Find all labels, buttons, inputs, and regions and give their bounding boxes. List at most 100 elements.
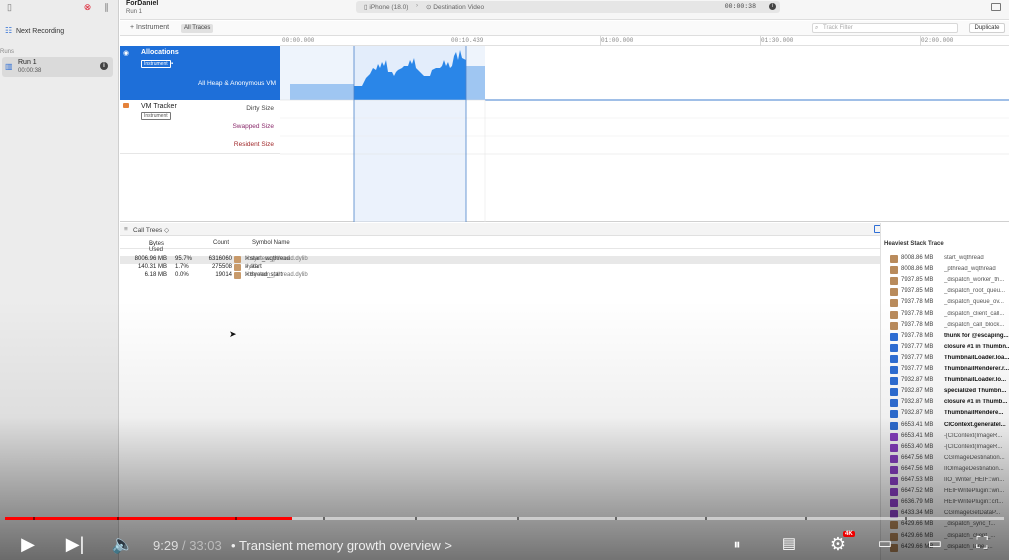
stack-frame[interactable]: 7932.87 MB ThumbnailRendere...	[890, 410, 1009, 419]
process-label[interactable]: ⊙ Destination Video	[426, 3, 484, 11]
frame-size: 6653.40 MB	[901, 443, 934, 450]
chart-bars-icon: ▥	[5, 62, 13, 71]
frame-kind-icon	[890, 321, 898, 330]
chapter-divider	[905, 517, 907, 520]
lock-icon: ▪	[171, 61, 174, 67]
next-recording-label: Next Recording	[15, 28, 65, 35]
stack-frame[interactable]: 7932.87 MB closure #1 in Thumb...	[890, 399, 1009, 408]
track-graphs[interactable]	[280, 46, 1009, 222]
frame-symbol: -[CIContext(ImageR...	[944, 443, 1003, 450]
stack-frame[interactable]: 7937.78 MB thunk for @escaping...	[890, 332, 1009, 342]
frame-size: 7937.77 MB	[901, 354, 934, 361]
frame-kind-icon	[890, 266, 898, 275]
chapter-chevron-icon: >	[444, 538, 452, 553]
toggle-sidebar-icon[interactable]: ▯	[4, 2, 15, 13]
frame-size: 7932.87 MB	[901, 410, 934, 417]
chapter-divider	[117, 517, 119, 520]
miniplayer-icon[interactable]: ▭	[872, 533, 898, 555]
all-traces-button[interactable]: All Traces	[181, 24, 214, 33]
stack-frame[interactable]: 7937.78 MB _dispatch_call_block...	[890, 321, 1009, 331]
frame-kind-icon	[890, 310, 898, 319]
table-row[interactable]: 140.31 MB 1.7% 275508 > start dyld	[120, 264, 880, 272]
subtitles-icon[interactable]: ▤	[775, 533, 803, 555]
next-recording-item[interactable]: ☷ Next Recording	[5, 26, 64, 35]
next-icon[interactable]: ▶|	[62, 533, 88, 555]
stop-record-icon[interactable]: ⊗	[82, 2, 93, 13]
time-ruler[interactable]: 00:00.000 00:10.439 01:00.000 01:30.000 …	[280, 36, 1009, 46]
volume-icon[interactable]: 🔈	[110, 533, 136, 555]
swapped-size-label: Swapped Size	[232, 123, 274, 130]
device-label[interactable]: ▯ iPhone (18.0)	[364, 3, 408, 11]
bytes-used-column[interactable]: Bytes Used ⌄	[149, 240, 164, 253]
run-item[interactable]: ▥ Run 1 00:00:38 i	[2, 57, 113, 77]
document-title: ForDaniel	[126, 0, 159, 7]
frame-size: 7937.85 MB	[901, 277, 934, 284]
call-trees-selector[interactable]: ≡ Call Trees ◇	[124, 226, 169, 234]
stack-frame[interactable]: 7937.78 MB _dispatch_client_call...	[890, 310, 1009, 320]
stack-frame[interactable]: 6653.41 MB -[CIContext(ImageR...	[890, 432, 1009, 442]
frame-symbol: _dispatch_call_block...	[944, 321, 1005, 328]
call-tree-rows: 8006.96 MB 95.7% 6316060 > start_wqthrea…	[120, 256, 880, 280]
player-controls: ▶ ▶| 🔈 9:29 / 33:03 • Transient memory g…	[0, 528, 1009, 560]
track-filter-input[interactable]: ⌕ Track Filter	[812, 23, 958, 33]
frame-symbol: CIContext.generatel...	[944, 421, 1006, 428]
count-column[interactable]: Count	[213, 240, 229, 246]
frame-size: 6636.79 MB	[901, 499, 934, 506]
info-icon[interactable]: i	[100, 62, 108, 70]
frame-symbol: -[CIContext(ImageR...	[944, 432, 1003, 439]
inspector-toggle-icon[interactable]	[991, 3, 1001, 11]
vm-tracker-track-header[interactable]: VM Tracker Instrument Dirty Size Swapped…	[120, 100, 280, 154]
stack-frame[interactable]: 7937.85 MB _dispatch_root_queu...	[890, 288, 1009, 297]
frame-kind-icon	[890, 399, 898, 408]
frame-size: 6647.52 MB	[901, 488, 934, 495]
info-icon[interactable]: i	[769, 3, 776, 10]
sidebar-toolbar: ▯ ⊗ ∥	[4, 2, 114, 14]
frame-kind-icon	[890, 465, 898, 474]
allocations-track-header[interactable]: ◉ Allocations Instrument ▪ All Heap & An…	[120, 46, 280, 100]
stack-frame[interactable]: 7937.77 MB ThumbnailLoader.loa...	[890, 354, 1009, 364]
video-progress-bar[interactable]	[5, 517, 1004, 520]
chapter-divider	[805, 517, 807, 520]
autoplay-toggle-icon[interactable]: ⏸	[720, 533, 754, 555]
table-row[interactable]: 8006.96 MB 95.7% 6316060 > start_wqthrea…	[120, 256, 880, 264]
frame-size: 7932.87 MB	[901, 388, 934, 395]
add-instrument-button[interactable]: + Instrument	[130, 24, 169, 31]
stack-frame[interactable]: 7932.87 MB ThumbnailLoader.lo...	[890, 377, 1009, 386]
play-icon[interactable]: ▶	[16, 533, 40, 555]
table-row[interactable]: 6.18 MB 0.0% 19014 > thread_start libsys…	[120, 272, 880, 280]
ruler-tick: 00:10.439	[451, 37, 484, 44]
chapter-title-button[interactable]: • Transient memory growth overview >	[231, 538, 452, 553]
frame-symbol: closure #1 in Thumb...	[944, 399, 1008, 406]
fullscreen-icon[interactable]: ⛶	[968, 533, 996, 555]
quality-badge: 4K	[843, 531, 855, 537]
frame-symbol: CGImageGetDataP...	[944, 510, 1001, 517]
stack-frame[interactable]: 6647.56 MB CGImageDestination...	[890, 454, 1009, 464]
target-selector[interactable]: ▯ iPhone (18.0) › ⊙ Destination Video 00…	[356, 1, 780, 13]
frame-symbol: HEIFWritePlugin::crt...	[944, 499, 1004, 506]
stack-frame[interactable]: 7932.87 MB specialized Thumbn...	[890, 388, 1009, 397]
stack-frame[interactable]: 6647.52 MB HEIFWritePlugin::wri...	[890, 488, 1009, 497]
pause-icon[interactable]: ∥	[101, 2, 112, 13]
stack-frame[interactable]: 7937.77 MB ThumbnailRenderer.r...	[890, 366, 1009, 375]
stack-frame[interactable]: 7937.78 MB _dispatch_queue_ov...	[890, 299, 1009, 308]
stack-frame[interactable]: 7937.77 MB closure #1 in Thumbn...	[890, 343, 1009, 353]
filter-bar: + Instrument All Traces ⌕ Track Filter D…	[120, 21, 1009, 36]
stack-frame[interactable]: 8008.86 MB start_wqthread	[890, 255, 1009, 264]
tree-icon: ≡	[124, 226, 128, 233]
stack-frame[interactable]: 6647.56 MB IIOImageDestination...	[890, 465, 1009, 475]
duplicate-button[interactable]: Duplicate	[969, 23, 1005, 33]
symbol-name-column[interactable]: Symbol Name	[252, 240, 290, 246]
stack-frame[interactable]: 6636.79 MB HEIFWritePlugin::crt...	[890, 499, 1009, 508]
stack-frame[interactable]: 6653.41 MB CIContext.generatel...	[890, 421, 1009, 431]
stack-frame[interactable]: 8008.86 MB _pthread_wqthread	[890, 266, 1009, 275]
stack-frame[interactable]: 6653.40 MB -[CIContext(ImageR...	[890, 443, 1009, 453]
frame-size: 6647.53 MB	[901, 477, 934, 483]
theater-mode-icon[interactable]: ▭	[922, 533, 948, 555]
stack-frame[interactable]: 7937.85 MB _dispatch_worker_th...	[890, 277, 1009, 286]
stack-frame[interactable]: 6647.53 MB IIO_Writer_HEIF::wri...	[890, 477, 1009, 486]
frame-kind-icon	[890, 488, 898, 497]
run-duration: 00:00:38	[18, 68, 42, 74]
frame-kind-icon	[890, 377, 898, 386]
frame-symbol: specialized Thumbn...	[944, 388, 1007, 395]
frame-symbol: _pthread_wqthread	[944, 266, 996, 273]
